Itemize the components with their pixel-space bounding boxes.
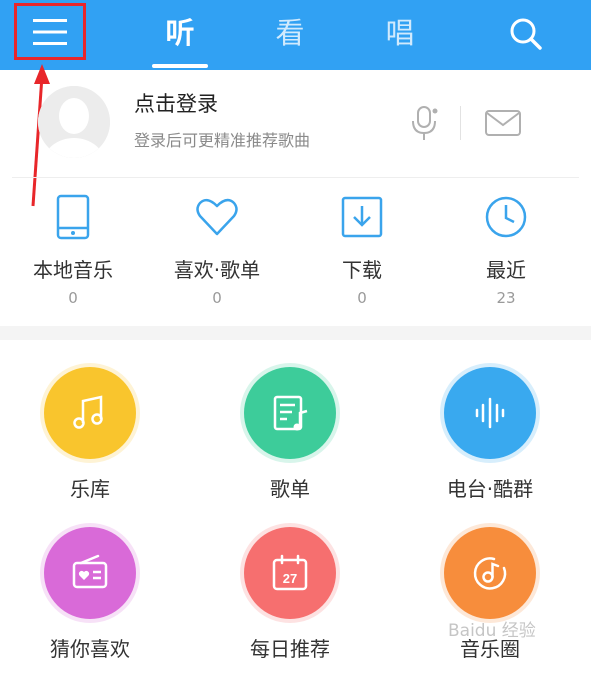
music-library-circle — [44, 367, 136, 459]
header-divider — [460, 106, 461, 140]
playlists-circle — [244, 367, 336, 459]
quick-link-local-music[interactable]: 本地音乐 0 — [3, 194, 143, 314]
active-tab-indicator — [152, 64, 208, 68]
avatar[interactable] — [38, 86, 110, 158]
quick-link-label: 下载 — [342, 258, 382, 282]
grid-item-label: 每日推荐 — [250, 637, 330, 661]
login-title[interactable]: 点击登录 — [134, 88, 218, 118]
grid-item-daily-picks[interactable]: 27 每日推荐 — [200, 527, 380, 667]
microphone-icon — [412, 106, 438, 140]
calendar-icon: 27 — [272, 554, 308, 591]
quick-link-label: 喜欢·歌单 — [173, 258, 261, 282]
grid-item-label: 歌单 — [270, 477, 310, 501]
quick-link-label: 最近 — [486, 258, 526, 282]
quick-link-label: 本地音乐 — [33, 258, 113, 282]
quick-link-favorites[interactable]: 喜欢·歌单 0 — [147, 194, 287, 314]
quick-link-download[interactable]: 下载 0 — [292, 194, 432, 314]
tab-listen[interactable]: 听 — [140, 8, 220, 58]
grid-item-playlists[interactable]: 歌单 — [200, 367, 380, 507]
grid-item-label: 猜你喜欢 — [50, 637, 130, 661]
soundwave-icon — [475, 397, 505, 429]
login-subtitle: 登录后可更精准推荐歌曲 — [134, 131, 311, 150]
voice-search-button[interactable] — [408, 105, 442, 143]
daily-picks-circle: 27 — [244, 527, 336, 619]
tablet-icon — [56, 194, 90, 240]
radio-heart-icon — [72, 554, 108, 589]
menu-button[interactable] — [14, 3, 86, 60]
section-separator — [0, 326, 591, 340]
search-button[interactable] — [506, 14, 546, 54]
grid-item-label: 乐库 — [70, 477, 110, 501]
guess-you-like-circle — [44, 527, 136, 619]
grid-item-guess-you-like[interactable]: 猜你喜欢 — [0, 527, 180, 667]
hamburger-menu-icon — [33, 18, 67, 45]
clock-icon — [485, 196, 527, 238]
quick-link-count: 0 — [68, 289, 78, 307]
quick-link-count: 0 — [357, 289, 367, 307]
default-avatar-icon — [38, 86, 110, 158]
grid-item-radio-groups[interactable]: 电台·酷群 — [400, 367, 580, 507]
radio-groups-circle — [444, 367, 536, 459]
quick-link-recent[interactable]: 最近 23 — [436, 194, 576, 314]
mail-icon — [485, 110, 521, 136]
tab-watch[interactable]: 看 — [250, 8, 330, 58]
grid-item-music-circle[interactable]: 音乐圈 — [400, 527, 580, 667]
download-icon — [341, 196, 383, 238]
section-divider — [12, 177, 579, 178]
heart-icon — [196, 198, 238, 236]
messages-button[interactable] — [484, 108, 522, 138]
calendar-day-number: 27 — [283, 571, 297, 586]
disc-note-icon — [473, 557, 507, 590]
quick-link-count: 23 — [496, 289, 516, 307]
quick-link-count: 0 — [212, 289, 222, 307]
tab-sing[interactable]: 唱 — [360, 8, 440, 58]
search-icon — [510, 18, 542, 50]
top-bar: 听 看 唱 — [0, 0, 591, 70]
music-circle-circle — [444, 527, 536, 619]
grid-item-label: 电台·酷群 — [446, 477, 534, 501]
grid-item-label: 音乐圈 — [460, 637, 520, 661]
music-note-icon — [73, 395, 103, 429]
grid-item-music-library[interactable]: 乐库 — [0, 367, 180, 507]
playlist-icon — [273, 395, 308, 431]
